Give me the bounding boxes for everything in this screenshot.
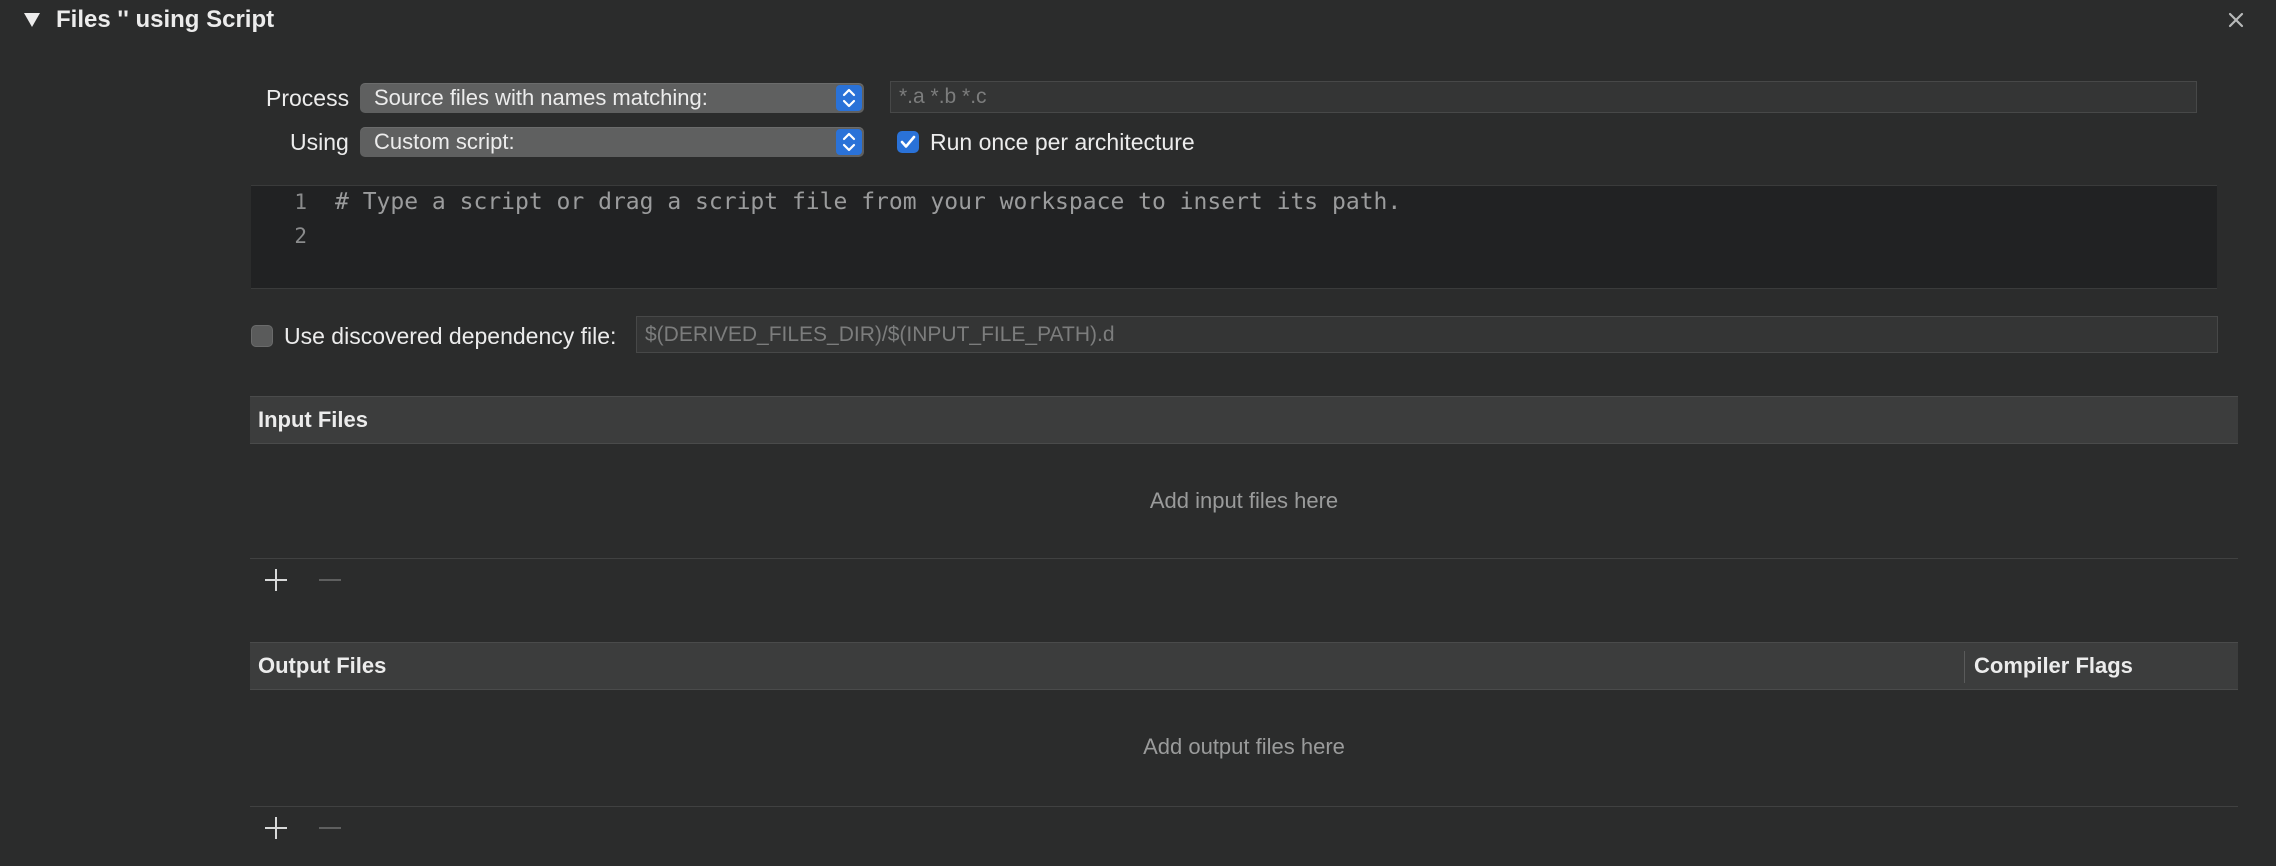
dependency-file-checkbox[interactable]: [251, 325, 273, 347]
plus-icon[interactable]: [260, 564, 292, 596]
popup-stepper-icon: [836, 129, 862, 155]
using-popup-value: Custom script:: [374, 129, 515, 154]
output-files-title: Output Files: [258, 653, 387, 678]
close-icon[interactable]: [2224, 8, 2248, 32]
section-header: Files '' using Script: [0, 0, 2276, 40]
process-popup[interactable]: Source files with names matching:: [360, 83, 864, 113]
popup-stepper-icon: [836, 85, 862, 111]
dependency-file-label[interactable]: Use discovered dependency file:: [284, 322, 616, 350]
input-files-title: Input Files: [258, 407, 368, 432]
compiler-flags-title: Compiler Flags: [1974, 653, 2133, 678]
plus-icon[interactable]: [260, 812, 292, 844]
using-label: Using: [290, 129, 349, 155]
input-files-header: Input Files: [250, 396, 2238, 444]
build-rule-panel: Files '' using Script Process Source fil…: [0, 0, 2276, 866]
run-once-label[interactable]: Run once per architecture: [930, 128, 1195, 156]
column-divider[interactable]: [1964, 651, 1965, 683]
process-popup-value: Source files with names matching:: [374, 85, 708, 110]
line-number: 2: [294, 224, 307, 248]
script-editor[interactable]: 1 2 # Type a script or drag a script fil…: [251, 185, 2217, 289]
checkmark-icon: [900, 135, 916, 148]
file-pattern-input[interactable]: [891, 82, 2196, 112]
dependency-file-input[interactable]: [637, 317, 2217, 352]
output-files-empty-text: Add output files here: [1143, 734, 1345, 759]
minus-icon[interactable]: [314, 812, 346, 844]
output-files-header: Output Files Compiler Flags: [250, 642, 2238, 690]
code-line[interactable]: # Type a script or drag a script file fr…: [335, 188, 1401, 216]
line-number: 1: [294, 190, 307, 214]
dependency-file-field[interactable]: [636, 316, 2218, 353]
run-once-checkbox[interactable]: [897, 131, 919, 153]
disclosure-triangle-icon[interactable]: [22, 10, 42, 30]
process-label: Process: [266, 85, 350, 111]
output-files-list[interactable]: Add output files here: [250, 690, 2238, 807]
using-popup[interactable]: Custom script:: [360, 127, 864, 157]
file-pattern-field[interactable]: [890, 81, 2197, 113]
input-files-list[interactable]: Add input files here: [250, 444, 2238, 559]
minus-icon[interactable]: [314, 564, 346, 596]
section-title: Files '' using Script: [56, 6, 275, 33]
input-files-empty-text: Add input files here: [1149, 488, 1339, 513]
